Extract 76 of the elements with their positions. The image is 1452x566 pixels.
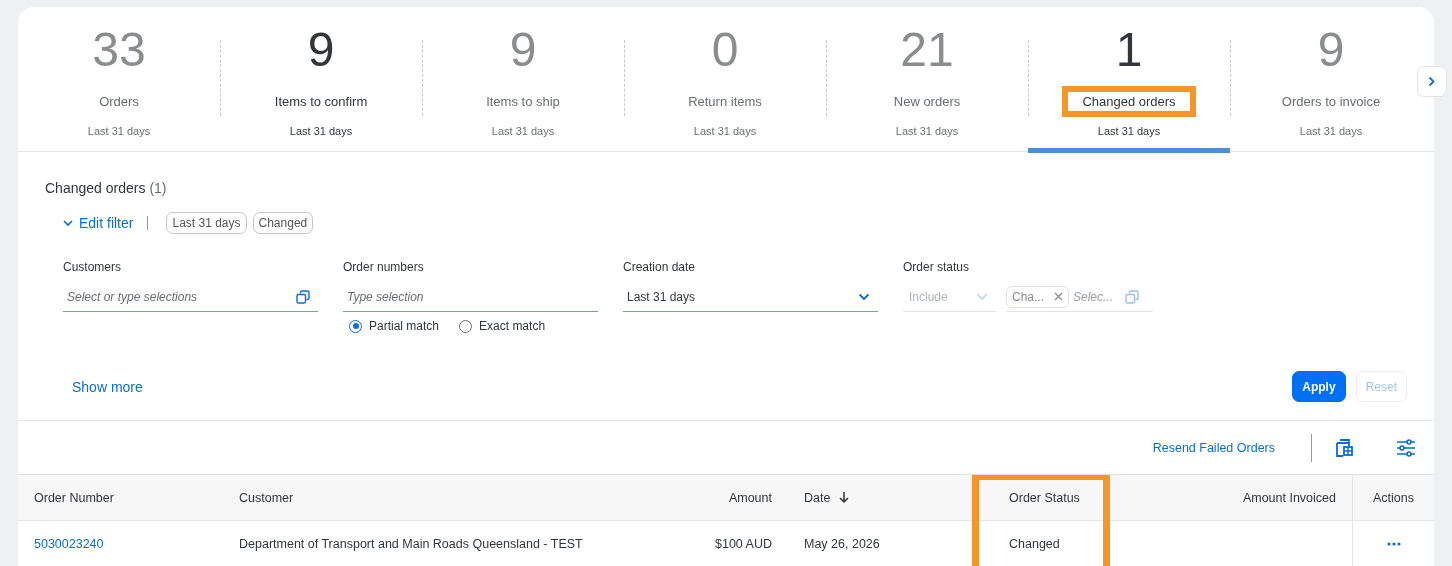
kpi-tile[interactable]: 0 Return items Last 31 days xyxy=(624,7,826,151)
kpi-value: 9 xyxy=(1317,25,1345,75)
table-grid-icon xyxy=(1334,437,1354,458)
kpi-period: Last 31 days xyxy=(87,125,151,137)
column-header[interactable]: Date xyxy=(788,475,990,520)
input-field[interactable]: Select or type selections xyxy=(63,282,318,312)
kpi-period: Last 31 days xyxy=(895,125,959,137)
kpi-period: Last 31 days xyxy=(693,125,757,137)
result-count: (1) xyxy=(149,180,167,196)
table-cell: May 26, 2026 xyxy=(804,537,880,551)
dropdown-field[interactable]: Last 31 days xyxy=(623,282,878,312)
action-button[interactable]: Apply xyxy=(1292,371,1346,402)
kpi-tile[interactable]: 9 Items to ship Last 31 days xyxy=(422,7,624,151)
field-label: Customers xyxy=(63,260,122,274)
kpi-label: New orders xyxy=(892,93,962,111)
kpi-value: 21 xyxy=(900,25,954,75)
kpi-value: 9 xyxy=(307,25,335,75)
field-label: Creation date xyxy=(623,260,697,274)
kpi-tile[interactable]: 33 Orders Last 31 days xyxy=(18,7,220,151)
filter-settings-button[interactable] xyxy=(1396,437,1416,458)
column-header: Amount Invoiced xyxy=(1241,489,1337,507)
filter-chip[interactable]: Last 31 days xyxy=(166,212,247,234)
kpi-label: Changed orders xyxy=(1062,86,1196,117)
table-cell: $100 AUD xyxy=(715,537,772,551)
more-actions-button[interactable] xyxy=(1386,542,1401,546)
column-header: Actions xyxy=(1352,475,1434,520)
sliders-icon xyxy=(1396,437,1416,458)
table-settings-button[interactable] xyxy=(1334,437,1354,458)
kpi-value: 1 xyxy=(1115,25,1143,75)
column-header: Amount xyxy=(727,489,773,507)
kpi-label: Return items xyxy=(687,93,763,111)
radio-label: Exact match xyxy=(479,319,546,333)
value-help-icon xyxy=(296,289,310,304)
field-label: Order status xyxy=(903,260,971,274)
kpi-tile[interactable]: 21 New orders Last 31 days xyxy=(826,7,1028,151)
radio-option[interactable]: Exact match xyxy=(459,319,546,333)
token-input-field[interactable]: Cha... Selec... xyxy=(1006,282,1153,312)
kpi-period: Last 31 days xyxy=(1097,125,1161,137)
edit-filter-button[interactable]: Edit filter xyxy=(63,215,134,231)
table-cell: Changed xyxy=(1009,537,1060,551)
column-header: Order Number xyxy=(33,489,115,507)
column-header: Customer xyxy=(238,489,295,507)
kpi-tile[interactable]: 9 Orders to invoice Last 31 days xyxy=(1230,7,1432,151)
kpi-value: 0 xyxy=(711,25,739,75)
token[interactable]: Cha... xyxy=(1006,285,1069,308)
kpi-tile[interactable]: 9 Items to confirm Last 31 days xyxy=(220,7,422,151)
field-label: Order numbers xyxy=(343,260,425,274)
resend-link[interactable]: Resend Failed Orders xyxy=(1152,440,1275,455)
kpi-period: Last 31 days xyxy=(289,125,353,137)
kpi-value: 33 xyxy=(92,25,146,75)
chevron-right-icon xyxy=(1428,76,1436,87)
value-help-icon xyxy=(1125,289,1139,304)
kpi-period: Last 31 days xyxy=(1299,125,1363,137)
chevron-down-icon xyxy=(858,292,870,301)
column-header: Order Status xyxy=(990,475,1140,520)
panel-title: Changed orders xyxy=(45,180,146,196)
chevron-down-icon xyxy=(63,219,73,227)
table-cell: Department of Transport and Main Roads Queensland - TEST xyxy=(239,537,583,551)
show-more-link[interactable]: Show more xyxy=(72,378,143,395)
radio-label: Partial match xyxy=(369,319,440,333)
radio-option[interactable]: Partial match xyxy=(349,319,440,333)
order-number-link[interactable]: 5030023240 xyxy=(34,537,104,551)
filter-chip[interactable]: Changed xyxy=(252,212,314,234)
kpi-tile[interactable]: 1 Changed orders Last 31 days xyxy=(1028,7,1230,153)
more-icon xyxy=(1386,542,1401,546)
kpi-label: Orders xyxy=(98,93,140,111)
kpi-label: Items to ship xyxy=(485,93,561,111)
kpi-period: Last 31 days xyxy=(491,125,555,137)
kpi-label: Items to confirm xyxy=(273,93,369,111)
input-field[interactable]: Type selection xyxy=(343,282,598,312)
chevron-down-icon xyxy=(976,292,988,301)
kpi-label: Orders to invoice xyxy=(1280,93,1382,111)
close-icon[interactable] xyxy=(1054,292,1063,301)
kpi-value: 9 xyxy=(509,25,537,75)
sort-descending-icon xyxy=(839,491,850,504)
next-button[interactable] xyxy=(1417,66,1447,97)
